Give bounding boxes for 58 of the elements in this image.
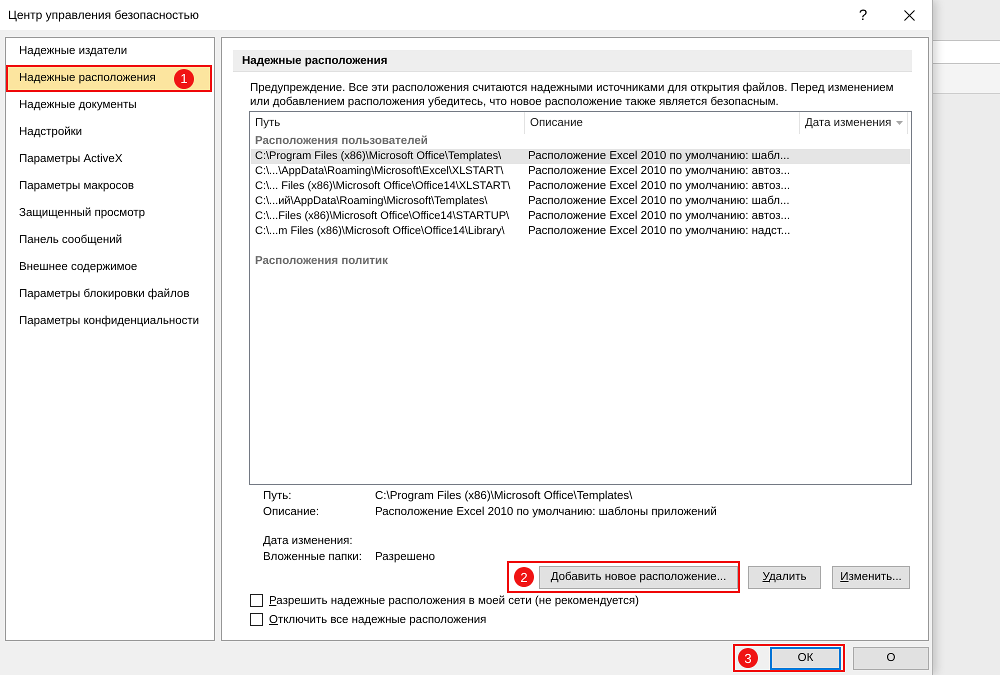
checkbox-label[interactable]: Отключить все надежные расположения bbox=[269, 614, 486, 626]
table-row[interactable]: C:\...m Files (x86)\Microsoft Office\Office14\Library\ Расположение Excel 2010 по умолчанию: надст... bbox=[251, 224, 910, 239]
detail-label: Путь: bbox=[263, 489, 292, 504]
step-marker: 3 bbox=[738, 648, 758, 668]
path-cell-text: C:\...ий\AppData\Roaming\Microsoft\Templates\ bbox=[254, 194, 488, 209]
sidebar-item[interactable]: Параметры блокировки файлов bbox=[6, 281, 214, 308]
column-header[interactable]: Описание bbox=[525, 112, 800, 134]
detail-value: Расположение Excel 2010 по умолчанию: шаблоны приложений bbox=[375, 505, 717, 520]
checkbox[interactable] bbox=[250, 613, 263, 626]
path-cell-text: C:\Program Files (x86)\Microsoft Office\Templates\ bbox=[254, 149, 502, 164]
sidebar-item[interactable]: Надежные издатели bbox=[6, 38, 214, 65]
window-title: Центр управления безопасностью bbox=[7, 8, 199, 22]
action-button[interactable]: Изменить... bbox=[832, 566, 910, 588]
warning-text: Предупреждение. Все эти расположения считаются надежными источниками для открытия файлов. Перед изменением или добавлением расположения убедитесь, что новое расположение также является безопасным. bbox=[250, 81, 895, 109]
help-button[interactable]: ? bbox=[840, 0, 886, 30]
dialog-button[interactable]: ОК bbox=[770, 646, 841, 670]
table-row[interactable]: C:\...Files (x86)\Microsoft Office\Office14\STARTUP\ Расположение Excel 2010 по умолчанию: автоз... bbox=[251, 209, 910, 224]
sidebar-item[interactable]: Параметры ActiveX bbox=[6, 146, 214, 173]
detail-label: Вложенные папки: bbox=[263, 550, 363, 565]
column-header[interactable]: Путь bbox=[250, 112, 525, 134]
sidebar-item[interactable]: Панель сообщений bbox=[6, 227, 214, 254]
group-header: Расположения политик bbox=[254, 254, 388, 269]
action-button[interactable]: Добавить новое расположение... bbox=[539, 566, 738, 588]
detail-value: Разрешено bbox=[375, 550, 435, 565]
path-cell-text: C:\...\AppData\Roaming\Microsoft\Excel\XLSTART\ bbox=[254, 164, 504, 179]
section-header: Надежные расположения bbox=[233, 50, 912, 72]
path-cell-text: C:\...m Files (x86)\Microsoft Office\Office14\Library\ bbox=[254, 224, 506, 239]
step-marker: 2 bbox=[514, 567, 534, 587]
description-cell-text: Расположение Excel 2010 по умолчанию: надст... bbox=[527, 224, 792, 239]
sidebar-item[interactable]: Параметры макросов bbox=[6, 173, 214, 200]
sort-arrow-icon bbox=[896, 121, 903, 125]
description-cell-text: Расположение Excel 2010 по умолчанию: автоз... bbox=[527, 164, 792, 179]
description-cell-text: Расположение Excel 2010 по умолчанию: шабл... bbox=[527, 149, 791, 164]
column-header[interactable]: Дата изменения bbox=[800, 112, 908, 134]
table-row[interactable]: C:\...\AppData\Roaming\Microsoft\Excel\XLSTART\ Расположение Excel 2010 по умолчанию: автоз... bbox=[251, 164, 910, 179]
table-row[interactable]: C:\... Files (x86)\Microsoft Office\Office14\XLSTART\ Расположение Excel 2010 по умолчанию: автоз... bbox=[251, 179, 910, 194]
action-button[interactable]: Удалить bbox=[748, 566, 821, 588]
sidebar-item[interactable]: Параметры конфиденциальности bbox=[6, 308, 214, 335]
background-bar bbox=[933, 40, 1000, 64]
sidebar-item[interactable]: Надстройки bbox=[6, 119, 214, 146]
checkbox[interactable] bbox=[250, 594, 263, 607]
detail-value: C:\Program Files (x86)\Microsoft Office\Templates\ bbox=[375, 489, 632, 504]
sidebar-item[interactable]: Надежные документы bbox=[6, 92, 214, 119]
path-cell-text: C:\...Files (x86)\Microsoft Office\Office14\STARTUP\ bbox=[254, 209, 510, 224]
path-cell-text: C:\... Files (x86)\Microsoft Office\Office14\XLSTART\ bbox=[254, 179, 512, 194]
table-row[interactable]: C:\Program Files (x86)\Microsoft Office\Templates\ Расположение Excel 2010 по умолчанию: шабл... bbox=[251, 149, 910, 164]
description-cell-text: Расположение Excel 2010 по умолчанию: автоз... bbox=[527, 179, 792, 194]
dialog-button[interactable]: О bbox=[853, 646, 929, 670]
checkbox-label[interactable]: Разрешить надежные расположения в моей сети (не рекомендуется) bbox=[269, 594, 639, 606]
description-cell-text: Расположение Excel 2010 по умолчанию: шабл... bbox=[527, 194, 791, 209]
close-icon bbox=[904, 10, 914, 20]
description-cell-text: Расположение Excel 2010 по умолчанию: автоз... bbox=[527, 209, 792, 224]
group-header: Расположения пользователей bbox=[254, 134, 428, 149]
sidebar-item[interactable]: Внешнее содержимое bbox=[6, 254, 214, 281]
detail-label: Дата изменения: bbox=[263, 534, 354, 549]
table-row[interactable]: C:\...ий\AppData\Roaming\Microsoft\Templates\ Расположение Excel 2010 по умолчанию: шабл... bbox=[251, 194, 910, 209]
detail-label: Описание: bbox=[263, 505, 320, 520]
sidebar-item[interactable]: Защищенный просмотр bbox=[6, 200, 214, 227]
